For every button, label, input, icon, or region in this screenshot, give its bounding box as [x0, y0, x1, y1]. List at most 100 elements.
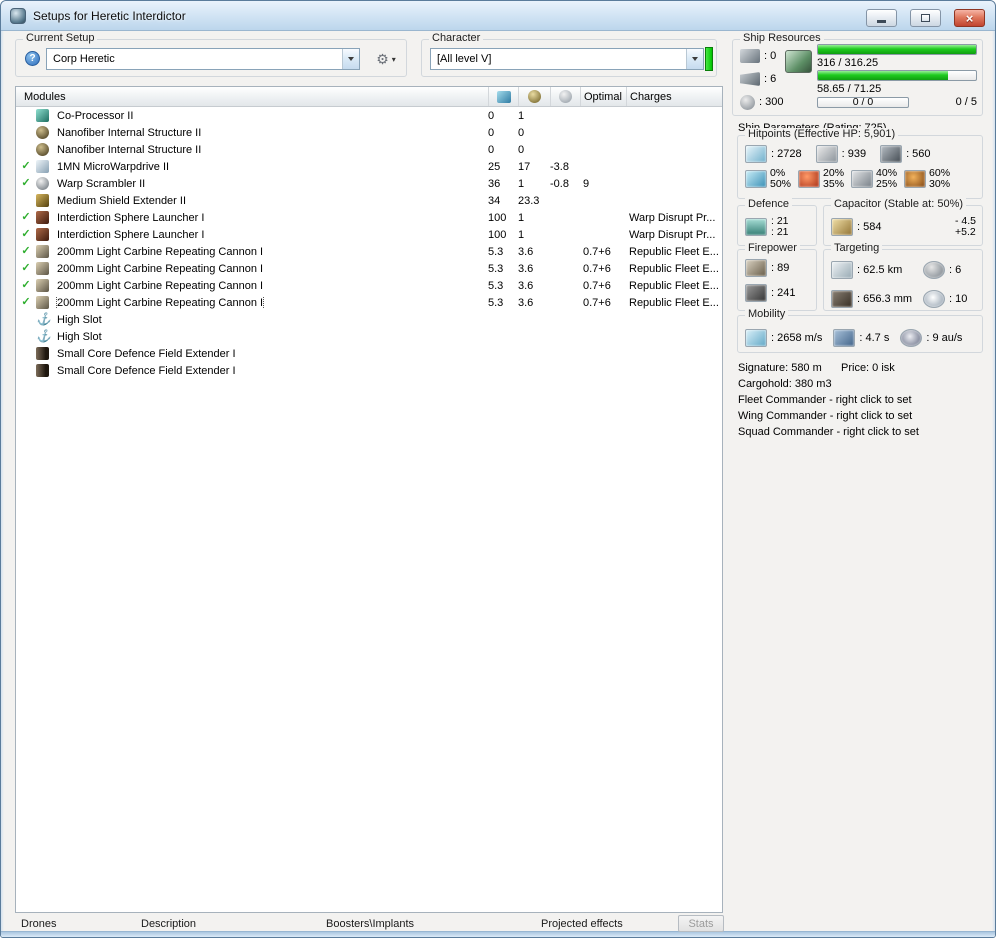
- module-row[interactable]: Small Core Defence Field Extender I: [16, 345, 722, 362]
- optimal-column-header[interactable]: Optimal: [580, 87, 626, 106]
- module-row[interactable]: Nanofiber Internal Structure II 0 0: [16, 141, 722, 158]
- firepower-label: Firepower: [745, 242, 800, 255]
- coprocessor-icon: [36, 109, 49, 122]
- defence-values: : 21 : 21: [745, 216, 816, 238]
- wing-commander[interactable]: Wing Commander - right click to set: [738, 410, 912, 422]
- launcher-hardpoints: : 6: [740, 71, 776, 87]
- autocannon-icon: [36, 279, 49, 292]
- character-combobox[interactable]: [All level V]: [430, 48, 704, 70]
- module-row[interactable]: ✓ 1MN MicroWarpdrive II 25 17 -3.8: [16, 158, 722, 175]
- module-row[interactable]: ✓ 200mm Light Carbine Repeating Cannon I 5…: [16, 260, 722, 277]
- module-optimal-range: 0.7+6: [583, 279, 611, 292]
- titlebar[interactable]: Setups for Heretic Interdictor ×: [1, 1, 995, 31]
- setup-tools-button[interactable]: ⚙ ▾: [368, 49, 404, 69]
- hull-hp-value: : 560: [906, 148, 931, 160]
- character-combobox-value: [All level V]: [437, 53, 492, 65]
- em-armor-resist: 50%: [770, 178, 792, 190]
- module-name: Warp Scrambler II: [57, 177, 146, 190]
- module-name: Interdiction Sphere Launcher I: [57, 228, 205, 241]
- help-icon[interactable]: ?: [25, 51, 40, 66]
- cpu-bar-fill: [818, 45, 976, 54]
- module-name: Medium Shield Extender II: [57, 194, 187, 207]
- dps-value: : 241: [771, 287, 796, 299]
- module-row[interactable]: ✓ Warp Scrambler II 36 1 -0.8 9: [16, 175, 722, 192]
- active-check-icon: ✓: [21, 262, 31, 274]
- empty-highslot-icon: [36, 313, 49, 326]
- module-cpu-usage: 0: [488, 126, 495, 139]
- tools-icon: ⚙: [376, 51, 389, 67]
- module-optimal-range: 0.7+6: [583, 262, 611, 275]
- module-row[interactable]: High Slot: [16, 328, 722, 345]
- close-button[interactable]: ×: [954, 9, 985, 27]
- scan-resolution: : 656.3 mm: [831, 288, 923, 310]
- module-charges: Republic Fleet E...: [629, 262, 719, 275]
- module-row[interactable]: Nanofiber Internal Structure II 0 0: [16, 124, 722, 141]
- module-powergrid-usage: 1: [518, 109, 525, 122]
- tab-description[interactable]: Description: [141, 918, 196, 930]
- module-powergrid-usage: 1: [518, 177, 525, 190]
- module-row[interactable]: ✓ Interdiction Sphere Launcher I 100 1 Warp …: [16, 226, 722, 243]
- calibration-value: : 300: [759, 96, 784, 108]
- module-row[interactable]: High Slot: [16, 311, 722, 328]
- fleet-commander[interactable]: Fleet Commander - right click to set: [738, 394, 912, 406]
- capacitor-amount: : 584: [857, 221, 882, 233]
- cpu-chip-icon: [785, 50, 812, 73]
- module-row[interactable]: ✓ 200mm Light Carbine Repeating Cannon I 5…: [16, 277, 722, 294]
- window-frame-right: [992, 31, 995, 931]
- module-row[interactable]: Medium Shield Extender II 34 23.3: [16, 192, 722, 209]
- kinetic-resist-icon: [851, 170, 874, 188]
- hitpoints-label: Hitpoints (Effective HP: 5,901): [745, 128, 899, 141]
- calibration-icon: [740, 94, 755, 110]
- active-check-icon: ✓: [21, 228, 31, 240]
- tab-drones[interactable]: Drones: [21, 918, 56, 930]
- module-row[interactable]: Small Core Defence Field Extender I: [16, 362, 722, 379]
- chevron-down-icon[interactable]: [686, 49, 703, 69]
- warp-speed-icon: [900, 329, 923, 347]
- cpu-column-header[interactable]: [488, 87, 518, 106]
- cpu-bar: [817, 44, 977, 55]
- charges-column-header[interactable]: Charges: [626, 87, 722, 106]
- character-skill-indicator: [705, 47, 713, 71]
- price: Price: 0 isk: [841, 362, 895, 374]
- max-velocity-icon: [745, 329, 767, 347]
- tab-projected-effects[interactable]: Projected effects: [541, 918, 623, 930]
- active-check-icon: ✓: [21, 279, 31, 291]
- maximize-icon: [921, 14, 930, 22]
- nanofiber-icon: [36, 143, 49, 156]
- module-row[interactable]: Co-Processor II 0 1: [16, 107, 722, 124]
- capacitor-column-header[interactable]: [550, 87, 580, 106]
- kinetic-resist: 40% 25%: [851, 168, 897, 190]
- modules-column-header[interactable]: Modules: [16, 87, 488, 106]
- module-cpu-usage: 5.3: [488, 296, 504, 309]
- autocannon-icon: [36, 296, 49, 309]
- module-powergrid-usage: 3.6: [518, 262, 534, 275]
- character-group: Character [All level V]: [421, 32, 717, 77]
- launcher-hardpoints-value: : 6: [764, 73, 777, 85]
- minimize-icon: [877, 20, 886, 23]
- maximize-button[interactable]: [910, 9, 941, 27]
- dps-icon: [745, 284, 767, 302]
- tab-boosters-implants[interactable]: Boosters\Implants: [326, 918, 414, 930]
- sensor-strength: : 10: [923, 288, 976, 310]
- targeting-label: Targeting: [831, 242, 883, 255]
- module-row[interactable]: ✓ 200mm Light Carbine Repeating Cannon I 5…: [16, 294, 722, 311]
- module-cpu-usage: 36: [488, 177, 501, 190]
- module-name: Small Core Defence Field Extender I: [57, 347, 236, 360]
- setup-combobox[interactable]: Corp Heretic: [46, 48, 360, 70]
- module-cap-usage: -3.8: [550, 160, 569, 173]
- modules-header[interactable]: Modules Optimal Charges: [16, 87, 722, 107]
- minimize-button[interactable]: [866, 9, 897, 27]
- mwd-icon: [36, 160, 49, 173]
- targeting-group: Targeting : 62.5 km : 6 : 656.3 mm : 10: [823, 242, 983, 311]
- thermal-armor-resist: 35%: [823, 178, 845, 190]
- module-name: 200mm Light Carbine Repeating Cannon I: [55, 296, 265, 309]
- chevron-down-icon[interactable]: [342, 49, 359, 69]
- module-row[interactable]: ✓ Interdiction Sphere Launcher I 100 1 Warp …: [16, 209, 722, 226]
- squad-commander[interactable]: Squad Commander - right click to set: [738, 426, 919, 438]
- warp-scrambler-icon: [36, 177, 49, 190]
- autocannon-icon: [36, 262, 49, 275]
- module-name: 200mm Light Carbine Repeating Cannon I: [57, 245, 264, 258]
- module-row[interactable]: ✓ 200mm Light Carbine Repeating Cannon I 5…: [16, 243, 722, 260]
- powergrid-column-header[interactable]: [518, 87, 550, 106]
- stats-button[interactable]: Stats: [678, 915, 724, 932]
